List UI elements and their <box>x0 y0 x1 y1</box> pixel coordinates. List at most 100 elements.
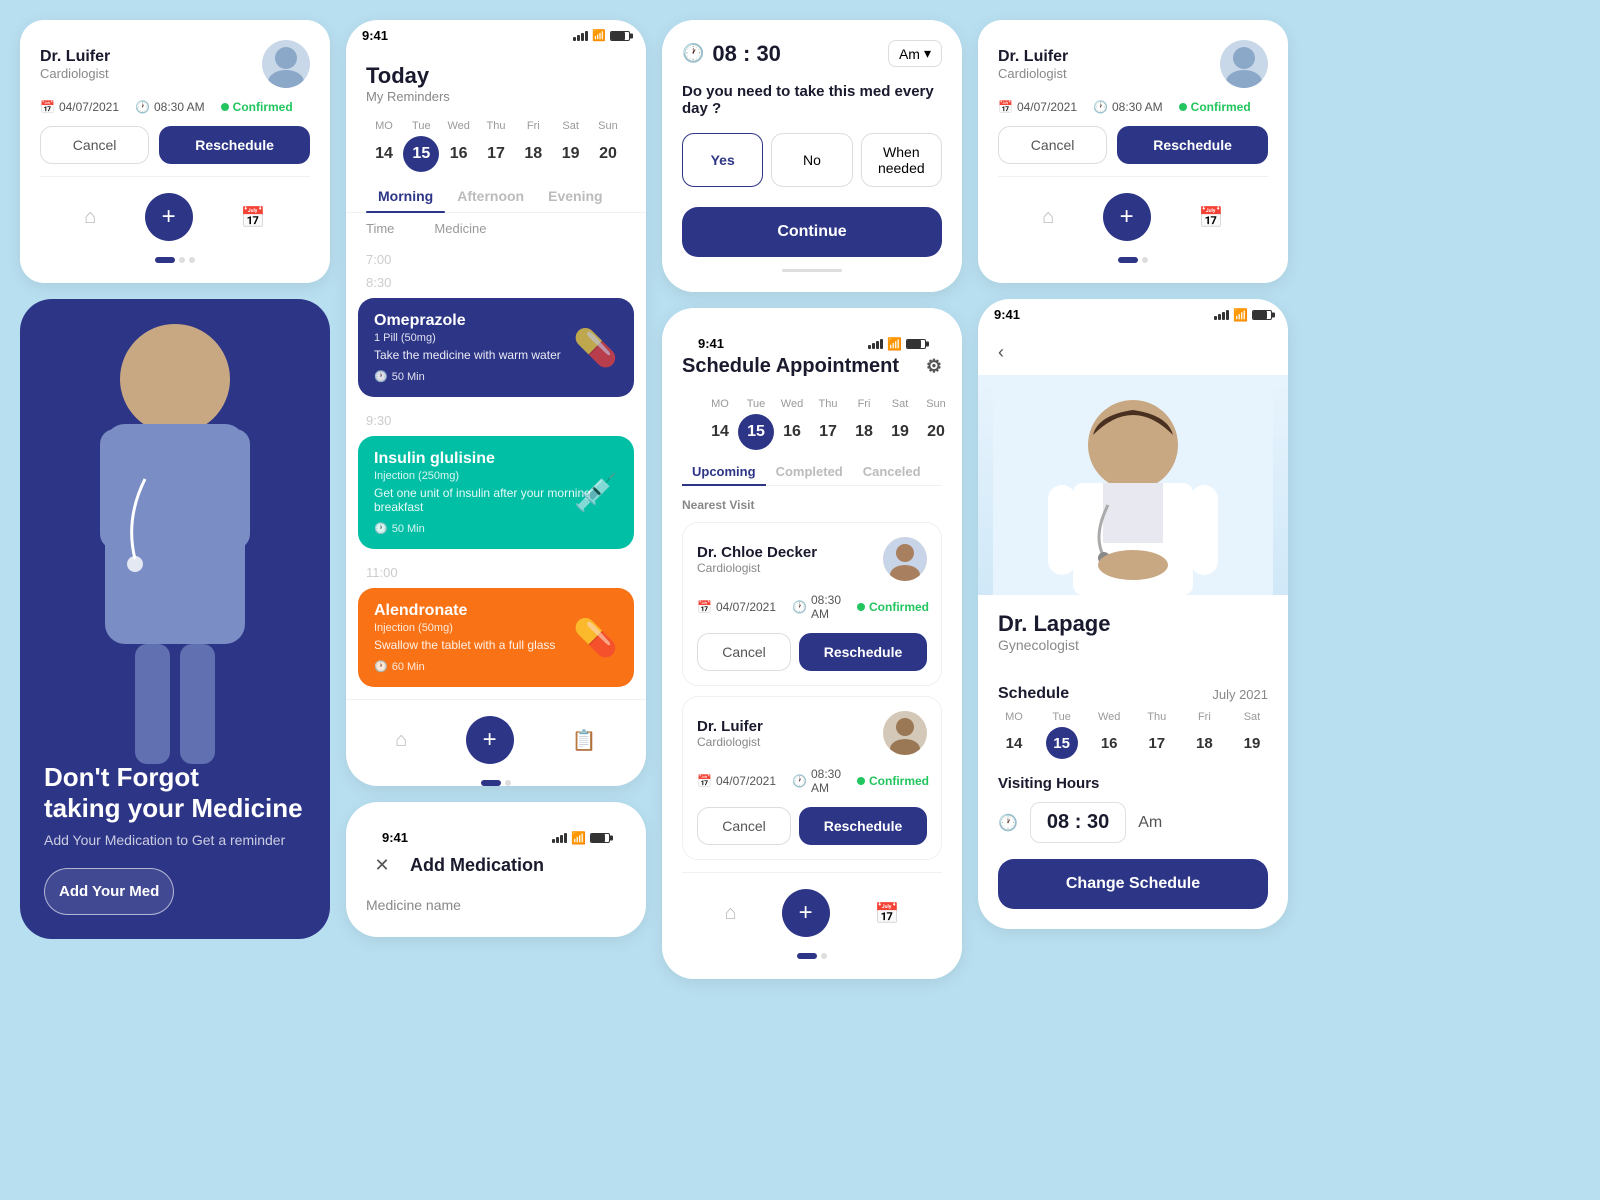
day-mo[interactable]: MO 14 <box>366 120 402 172</box>
cancel-button-col4[interactable]: Cancel <box>998 126 1107 164</box>
clock-icon-visiting: 🕐 <box>998 813 1018 833</box>
home-icon-col2[interactable]: ⌂ <box>395 729 407 752</box>
tab-morning[interactable]: Morning <box>366 180 445 212</box>
calendar-icon-col4t[interactable]: 📅 <box>1199 205 1224 230</box>
tab-upcoming[interactable]: Upcoming <box>682 458 766 485</box>
reminder-subtitle: Add Your Medication to Get a reminder <box>44 832 306 848</box>
calendar-icon-col1[interactable]: 📅 <box>241 205 266 230</box>
sched-day-wed[interactable]: Wed16 <box>774 398 810 450</box>
freq-yes-button[interactable]: Yes <box>682 133 763 187</box>
med-item-omeprazole: Omeprazole 1 Pill (50mg) Take the medici… <box>358 298 634 397</box>
appointment-card-top-col4: Dr. Luifer Cardiologist 📅04/07/2021 🕐08:… <box>978 20 1288 283</box>
profile-day-thu[interactable]: Thu17 <box>1141 711 1173 759</box>
reminders-card: 9:41 📶 Today My Reminders MO 14 <box>346 20 646 786</box>
day-sun[interactable]: Sun 20 <box>590 120 626 172</box>
time-1100: 11:00 <box>346 557 646 580</box>
sched-day-thu[interactable]: Thu17 <box>810 398 846 450</box>
column-1: Dr. Luifer Cardiologist 📅 04/07/2021 🕐 0… <box>20 20 330 939</box>
add-button-col2[interactable]: + <box>466 716 514 764</box>
profile-day-mo[interactable]: MO14 <box>998 711 1030 759</box>
luifer-status: Confirmed <box>857 774 929 788</box>
freq-when-needed-button[interactable]: When needed <box>861 133 942 187</box>
add-button-schedule[interactable]: + <box>782 889 830 937</box>
luifer-time: 🕐08:30 AM <box>792 767 841 795</box>
profile-day-tue[interactable]: Tue15 <box>1046 711 1078 759</box>
change-schedule-button[interactable]: Change Schedule <box>998 859 1268 909</box>
tab-canceled[interactable]: Canceled <box>853 458 931 485</box>
freq-no-button[interactable]: No <box>771 133 852 187</box>
add-button-col1[interactable]: + <box>145 193 193 241</box>
visiting-hours-section: Visiting Hours 🕐 08 : 30 Am <box>978 775 1288 859</box>
schedule-title: Schedule Appointment ⚙ <box>682 355 942 378</box>
add-button-col4t[interactable]: + <box>1103 193 1151 241</box>
reschedule-chloe[interactable]: Reschedule <box>799 633 927 671</box>
doctor-profile-info: Dr. Lapage Gynecologist <box>978 595 1288 685</box>
calendar-icon-col2[interactable]: 📋 <box>572 728 597 753</box>
reschedule-button-col4[interactable]: Reschedule <box>1117 126 1268 164</box>
profile-day-wed[interactable]: Wed16 <box>1093 711 1125 759</box>
close-button[interactable]: ✕ <box>366 849 398 881</box>
continue-button[interactable]: Continue <box>682 207 942 257</box>
visiting-time-row: 🕐 08 : 30 Am <box>998 802 1268 843</box>
schedule-label: Schedule <box>998 685 1069 703</box>
status-icons-add-med: 📶 <box>552 831 610 845</box>
appt-status-col4: Confirmed <box>1179 100 1251 114</box>
reschedule-button-col1[interactable]: Reschedule <box>159 126 310 164</box>
tab-completed[interactable]: Completed <box>766 458 853 485</box>
home-icon-col1[interactable]: ⌂ <box>84 206 96 229</box>
status-bar-add-med: 9:41 📶 <box>366 822 626 849</box>
cancel-luifer[interactable]: Cancel <box>697 807 791 845</box>
cancel-button-col1[interactable]: Cancel <box>40 126 149 164</box>
doctor-specialty-col1: Cardiologist <box>40 66 110 81</box>
doc-avatar-luifer <box>883 711 927 755</box>
am-pm-select[interactable]: Am ▾ <box>888 40 942 67</box>
frequency-question: Do you need to take this med every day ? <box>682 83 942 117</box>
sched-day-sat[interactable]: Sat19 <box>882 398 918 450</box>
day-thu[interactable]: Thu 17 <box>478 120 514 172</box>
sched-day-fri[interactable]: Fri18 <box>846 398 882 450</box>
settings-icon-schedule[interactable]: ⚙ <box>926 356 942 377</box>
day-fri[interactable]: Fri 18 <box>515 120 551 172</box>
day-wed[interactable]: Wed 16 <box>441 120 477 172</box>
wifi-icon-schedule: 📶 <box>887 337 902 351</box>
sched-day-mo[interactable]: MO14 <box>702 398 738 450</box>
calendar-icon-schedule[interactable]: 📅 <box>875 901 900 926</box>
tab-afternoon[interactable]: Afternoon <box>445 180 536 212</box>
cancel-chloe[interactable]: Cancel <box>697 633 791 671</box>
time-tabs: Morning Afternoon Evening <box>346 180 646 213</box>
doc-specialty-chloe: Cardiologist <box>697 561 817 575</box>
reminders-subtitle: My Reminders <box>366 89 626 104</box>
home-icon-col4t[interactable]: ⌂ <box>1042 206 1054 229</box>
home-icon-schedule[interactable]: ⌂ <box>725 902 737 925</box>
profile-day-fri[interactable]: Fri18 <box>1188 711 1220 759</box>
tab-evening[interactable]: Evening <box>536 180 614 212</box>
doctor-specialty-col4: Cardiologist <box>998 66 1068 81</box>
battery-icon <box>610 31 630 41</box>
chloe-time: 🕐08:30 AM <box>792 593 841 621</box>
sched-day-tue[interactable]: Tue15 <box>738 398 774 450</box>
doctor-profile-card: 9:41 📶 ‹ <box>978 299 1288 929</box>
status-time-profile: 9:41 <box>994 307 1020 322</box>
reminder-doctor-image <box>20 299 330 779</box>
reschedule-luifer[interactable]: Reschedule <box>799 807 927 845</box>
bottom-nav-col4top: ⌂ + 📅 <box>998 176 1268 249</box>
signal-icon-schedule <box>868 339 883 349</box>
status-bar-profile: 9:41 📶 <box>978 299 1288 326</box>
back-button[interactable]: ‹ <box>998 342 1004 363</box>
doc-specialty-luifer: Cardiologist <box>697 735 763 749</box>
day-sat[interactable]: Sat 19 <box>553 120 589 172</box>
time-row: 🕐 08 : 30 Am ▾ <box>682 40 942 67</box>
add-your-med-button[interactable]: Add Your Med <box>44 868 174 915</box>
visiting-hours-label: Visiting Hours <box>998 775 1268 792</box>
week-navigation: MO 14 Tue 15 Wed 16 Thu 17 Fri 18 Sat 19 <box>346 112 646 180</box>
wifi-icon-addmed: 📶 <box>571 831 586 845</box>
profile-day-sat[interactable]: Sat19 <box>1236 711 1268 759</box>
med-item-alendronate: Alendronate Injection (50mg) Swallow the… <box>358 588 634 687</box>
battery-icon-profile <box>1252 310 1272 320</box>
status-bar-col2: 9:41 📶 <box>346 20 646 47</box>
reminder-headline2: taking your Medicine <box>44 793 303 823</box>
doctor-profile-image <box>978 375 1288 595</box>
signal-icon <box>573 31 588 41</box>
sched-day-sun[interactable]: Sun20 <box>918 398 954 450</box>
day-tue[interactable]: Tue 15 <box>403 120 439 172</box>
